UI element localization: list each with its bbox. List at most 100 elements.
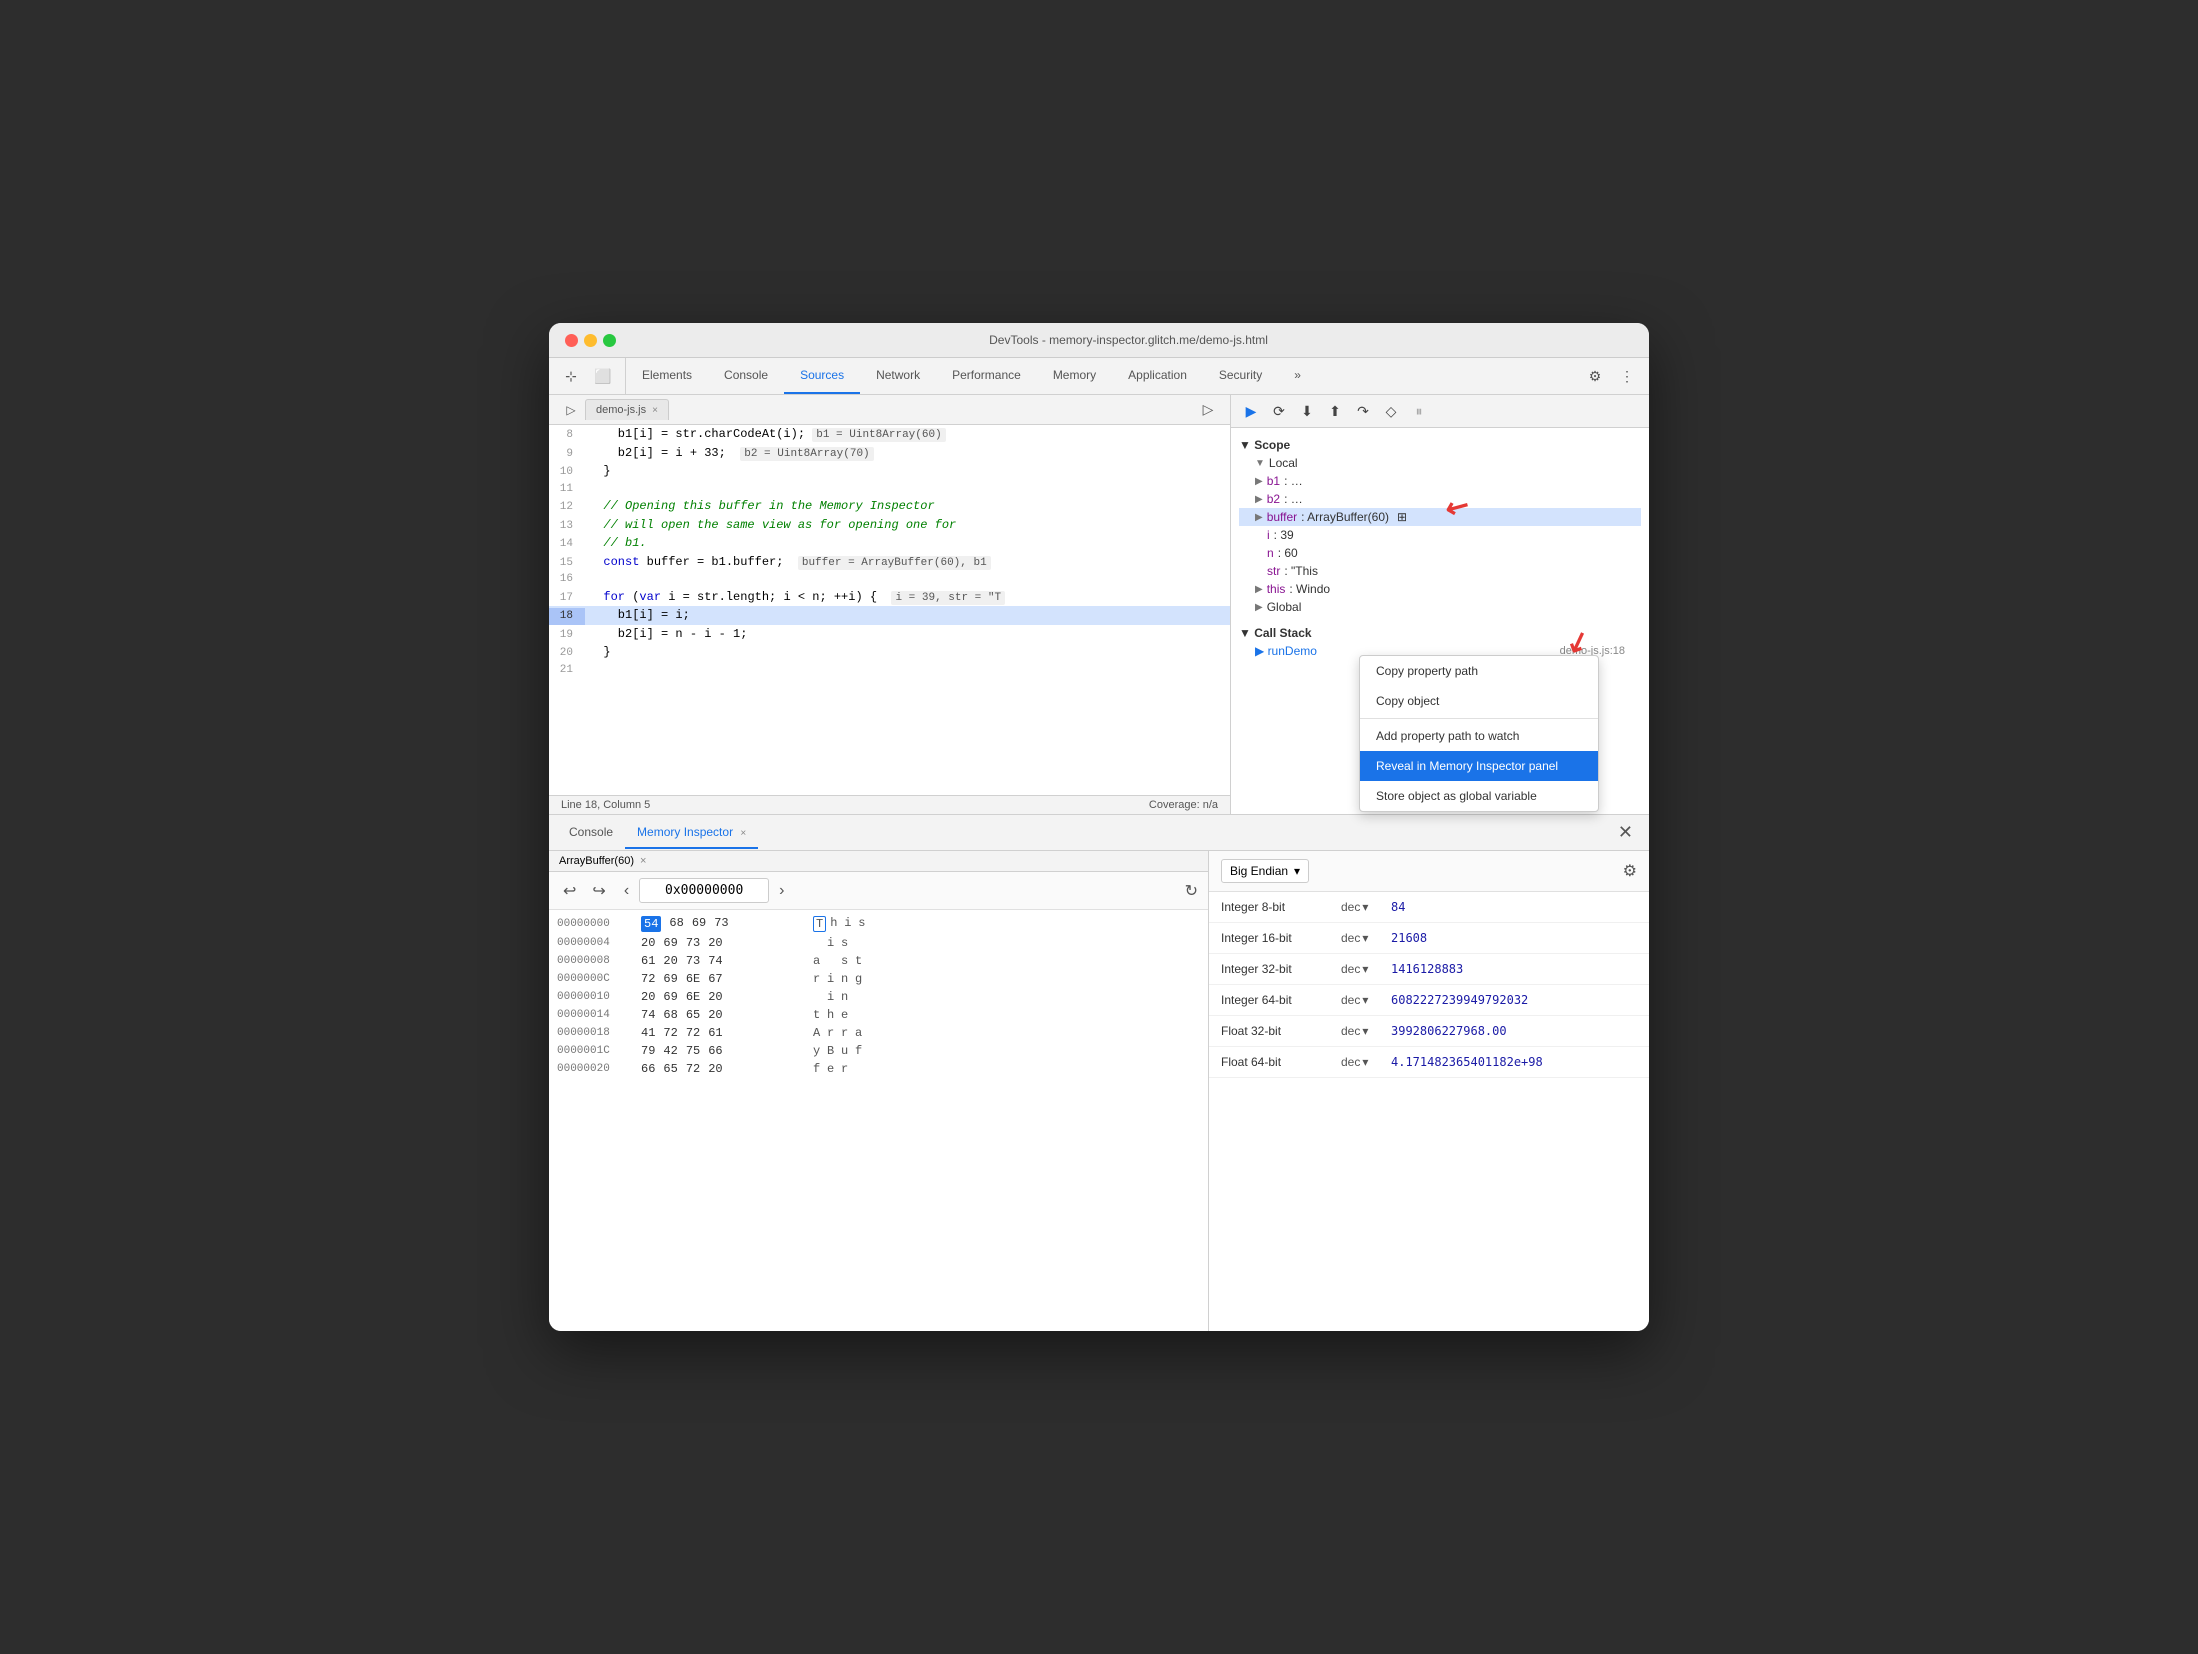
source-expand-icon[interactable]: ▷: [1194, 396, 1222, 424]
traffic-lights: [565, 334, 616, 347]
endian-label: Big Endian: [1230, 864, 1288, 878]
bottom-panel-close[interactable]: ✕: [1610, 822, 1641, 843]
step-over-btn[interactable]: ⟳: [1267, 399, 1291, 423]
mem-forward-btn[interactable]: ↪: [588, 879, 609, 903]
bottom-tab-console[interactable]: Console: [557, 817, 625, 849]
maximize-button[interactable]: [603, 334, 616, 347]
bottom-area: Console Memory Inspector × ✕ ArrayBuffer…: [549, 815, 1649, 1331]
source-nav-icon[interactable]: ▷: [557, 396, 585, 424]
breakpoints-btn[interactable]: ◇: [1379, 399, 1403, 423]
scope-this[interactable]: ▶ this : Windo: [1239, 580, 1641, 598]
code-line-18: 18 b1[i] = i;: [549, 606, 1230, 625]
fmt-chevron-icon: ▾: [1362, 1024, 1368, 1038]
cursor-icon[interactable]: ⊹: [557, 362, 585, 390]
code-line-21: 21: [549, 662, 1230, 679]
tab-sources[interactable]: Sources: [784, 358, 860, 394]
context-menu: Copy property path Copy object Add prope…: [1359, 655, 1599, 812]
mem-byte-selected[interactable]: 54: [641, 916, 661, 932]
endian-chevron-icon: ▾: [1294, 864, 1300, 878]
ctx-copy-object[interactable]: Copy object: [1360, 686, 1598, 716]
code-line-19: 19 b2[i] = n - i - 1;: [549, 625, 1230, 644]
tab-security[interactable]: Security: [1203, 358, 1278, 394]
scope-i[interactable]: i : 39: [1239, 526, 1641, 544]
scope-b2[interactable]: ▶ b2 : …: [1239, 490, 1641, 508]
tab-more[interactable]: »: [1278, 358, 1317, 394]
source-tab-close-icon[interactable]: ×: [652, 405, 658, 416]
memory-icon[interactable]: ⊞: [1397, 510, 1407, 524]
title-bar: DevTools - memory-inspector.glitch.me/de…: [549, 323, 1649, 358]
device-icon[interactable]: ⬜: [589, 362, 617, 390]
mem-row-3: 0000000C 72 69 6E 67 r i n g: [557, 970, 1200, 988]
debug-toolbar: ▶ ⟳ ⬇ ⬆ ↷ ◇ ⏸: [1231, 395, 1649, 428]
prev-addr-btn[interactable]: ‹: [618, 880, 635, 902]
array-buffer-close[interactable]: ×: [640, 855, 646, 867]
main-nav-tabs: Elements Console Sources Network Perform…: [626, 358, 1573, 394]
address-input[interactable]: [639, 878, 769, 903]
call-stack-header[interactable]: ▼ Call Stack: [1239, 624, 1641, 642]
tab-elements[interactable]: Elements: [626, 358, 708, 394]
mem-row-0: 00000000 54 68 69 73 T h i s: [557, 914, 1200, 934]
fmt-chevron-icon: ▾: [1362, 931, 1368, 945]
step-out-btn[interactable]: ⬆: [1323, 399, 1347, 423]
code-line-10: 10 }: [549, 462, 1230, 481]
scope-b1[interactable]: ▶ b1 : …: [1239, 472, 1641, 490]
ctx-add-watch[interactable]: Add property path to watch: [1360, 721, 1598, 751]
data-row-float64: Float 64-bit dec ▾ 4.171482365401182e+98: [1209, 1047, 1649, 1078]
step-btn[interactable]: ↷: [1351, 399, 1375, 423]
more-icon[interactable]: ⋮: [1613, 362, 1641, 390]
address-navigator: ‹ ›: [618, 878, 791, 903]
scope-header[interactable]: ▼ Scope: [1239, 436, 1641, 454]
ctx-store-global[interactable]: Store object as global variable: [1360, 781, 1598, 811]
bottom-tab-bar: Console Memory Inspector × ✕: [549, 815, 1649, 851]
mem-row-8: 00000020 66 65 72 20 f e r: [557, 1060, 1200, 1078]
mem-row-6: 00000018 41 72 72 61 A r r a: [557, 1024, 1200, 1042]
tab-performance[interactable]: Performance: [936, 358, 1037, 394]
code-line-8: 8 b1[i] = str.charCodeAt(i); b1 = Uint8A…: [549, 425, 1230, 444]
devtools-header: ⊹ ⬜ Elements Console Sources Network Per…: [549, 358, 1649, 395]
pause-btn[interactable]: ⏸: [1407, 399, 1431, 423]
tab-application[interactable]: Application: [1112, 358, 1203, 394]
header-right-icons: ⚙ ⋮: [1573, 358, 1649, 394]
global-header[interactable]: ▶ Global: [1239, 598, 1641, 616]
fmt-chevron-icon: ▾: [1362, 993, 1368, 1007]
mem-back-btn[interactable]: ↩: [559, 879, 580, 903]
scope-n[interactable]: n : 60: [1239, 544, 1641, 562]
source-code-view: 8 b1[i] = str.charCodeAt(i); b1 = Uint8A…: [549, 425, 1230, 795]
step-into-btn[interactable]: ⬇: [1295, 399, 1319, 423]
memory-tab-close[interactable]: ×: [740, 828, 746, 839]
bottom-tab-memory-inspector[interactable]: Memory Inspector ×: [625, 817, 758, 849]
reload-btn[interactable]: ↻: [1185, 881, 1198, 901]
scope-buffer[interactable]: ▶ buffer : ArrayBuffer(60) ⊞: [1239, 508, 1641, 526]
fmt-chevron-icon: ▾: [1362, 900, 1368, 914]
data-inspector-settings-icon[interactable]: ⚙: [1623, 861, 1637, 881]
ctx-copy-path[interactable]: Copy property path: [1360, 656, 1598, 686]
fmt-chevron-icon: ▾: [1362, 1055, 1368, 1069]
scope-section: ▼ Scope ▼ Local ▶ b1 : … ▶ b2 : …: [1239, 436, 1641, 616]
coverage-status: Coverage: n/a: [1149, 799, 1218, 811]
code-line-17: 17 for (var i = str.length; i < n; ++i) …: [549, 588, 1230, 607]
code-line-14: 14 // b1.: [549, 534, 1230, 553]
tab-console[interactable]: Console: [708, 358, 784, 394]
settings-icon[interactable]: ⚙: [1581, 362, 1609, 390]
tab-memory[interactable]: Memory: [1037, 358, 1112, 394]
mem-row-7: 0000001C 79 42 75 66 y B u f: [557, 1042, 1200, 1060]
resume-btn[interactable]: ▶: [1239, 399, 1263, 423]
tab-network[interactable]: Network: [860, 358, 936, 394]
code-line-9: 9 b2[i] = i + 33; b2 = Uint8Array(70): [549, 444, 1230, 463]
debug-panel: ▶ ⟳ ⬇ ⬆ ↷ ◇ ⏸ ▼ Scope ▼ Local ▶ b1: [1231, 395, 1649, 814]
close-button[interactable]: [565, 334, 578, 347]
code-line-13: 13 // will open the same view as for ope…: [549, 516, 1230, 535]
endian-selector[interactable]: Big Endian ▾: [1221, 859, 1309, 883]
source-file-tab[interactable]: demo-js.js ×: [585, 399, 669, 420]
local-header[interactable]: ▼ Local: [1239, 454, 1641, 472]
ctx-reveal-memory[interactable]: Reveal in Memory Inspector panel: [1360, 751, 1598, 781]
array-buffer-tab: ArrayBuffer(60) ×: [549, 851, 1208, 872]
source-status-bar: Line 18, Column 5 Coverage: n/a: [549, 795, 1230, 814]
data-inspector-toolbar: Big Endian ▾ ⚙: [1209, 851, 1649, 892]
data-row-float32: Float 32-bit dec ▾ 3992806227968.00: [1209, 1016, 1649, 1047]
data-table: Integer 8-bit dec ▾ 84 Integer 16-bit de…: [1209, 892, 1649, 1331]
next-addr-btn[interactable]: ›: [773, 880, 790, 902]
minimize-button[interactable]: [584, 334, 597, 347]
scope-str[interactable]: str : "This: [1239, 562, 1641, 580]
mem-row-2: 00000008 61 20 73 74 a s t: [557, 952, 1200, 970]
